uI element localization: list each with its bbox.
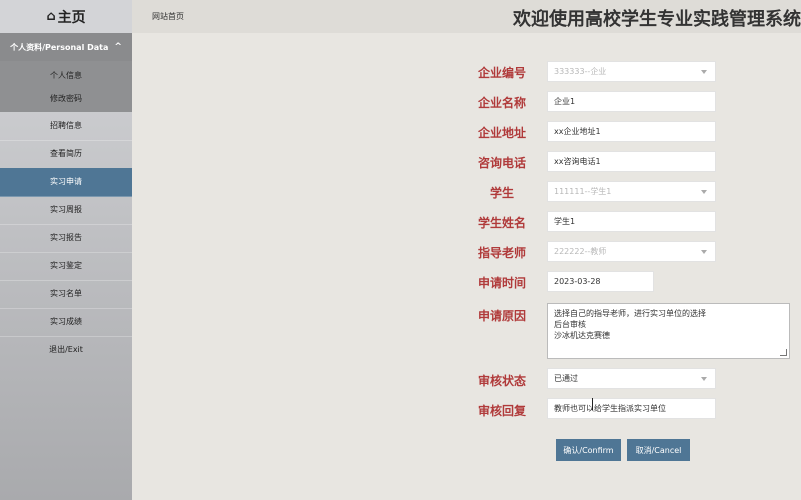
company-address-input[interactable]: xx企业地址1 — [547, 121, 716, 142]
page-title: 欢迎使用高校学生专业实践管理系统 — [513, 9, 801, 30]
apply-date-input[interactable]: 2023-03-28 — [547, 271, 654, 292]
submenu: 个人信息 修改密码 — [0, 61, 132, 112]
resize-handle[interactable] — [780, 349, 787, 356]
teacher-select[interactable]: 222222--教师 — [547, 241, 716, 262]
sidebar-item-internship-application[interactable]: 实习申请 — [0, 168, 132, 197]
label-company-no: 企业编号 — [477, 66, 526, 80]
phone-input[interactable]: xx咨询电话1 — [547, 151, 716, 172]
group-label: 个人资料/Personal Data — [10, 42, 109, 52]
label-phone: 咨询电话 — [477, 156, 526, 170]
label-status: 审核状态 — [477, 374, 526, 388]
reply-input[interactable]: 教师也可以给学生指派实习单位 — [547, 398, 716, 419]
sidebar-item-grades[interactable]: 实习成绩 — [0, 308, 132, 337]
status-select[interactable]: 已通过 — [547, 368, 716, 389]
label-company-address: 企业地址 — [477, 126, 526, 140]
submenu-item-change-password[interactable]: 修改密码 — [0, 93, 132, 104]
student-value: 111111--学生1 — [554, 187, 612, 196]
reason-line-2: 后台审核 — [554, 320, 586, 329]
sidebar-item-exit[interactable]: 退出/Exit — [0, 336, 132, 364]
label-apply-date: 申请时间 — [477, 276, 526, 290]
reason-line-1: 选择自己的指导老师，进行实习单位的选择 — [554, 309, 706, 318]
menu-group-personal-data[interactable]: 个人资料/Personal Data ^ — [0, 33, 132, 61]
confirm-button[interactable]: 确认/Confirm — [556, 439, 621, 461]
home-label: 主页 — [57, 9, 86, 26]
chevron-up-icon: ^ — [114, 42, 122, 52]
breadcrumb[interactable]: 网站首页 — [152, 11, 184, 22]
company-name-input[interactable]: 企业1 — [547, 91, 716, 112]
chevron-down-icon — [701, 190, 707, 194]
cancel-button[interactable]: 取消/Cancel — [627, 439, 690, 461]
student-select[interactable]: 111111--学生1 — [547, 181, 716, 202]
teacher-value: 222222--教师 — [554, 247, 607, 256]
sidebar: ⌂ 主页 个人资料/Personal Data ^ 个人信息 修改密码 招聘信息… — [0, 0, 132, 500]
home-icon: ⌂ — [46, 9, 56, 24]
company-no-select[interactable]: 333333--企业 — [547, 61, 716, 82]
label-reply: 审核回复 — [477, 404, 526, 418]
label-reason: 申请原因 — [477, 309, 526, 323]
chevron-down-icon — [701, 377, 707, 381]
home-link[interactable]: ⌂ 主页 — [0, 0, 132, 33]
label-teacher: 指导老师 — [477, 246, 526, 260]
sidebar-item-roster[interactable]: 实习名单 — [0, 280, 132, 309]
sidebar-item-recruitment[interactable]: 招聘信息 — [0, 112, 132, 141]
sidebar-item-internship-report[interactable]: 实习报告 — [0, 224, 132, 253]
company-no-value: 333333--企业 — [554, 67, 607, 76]
text-cursor-icon — [592, 398, 593, 410]
student-name-input[interactable]: 学生1 — [547, 211, 716, 232]
sidebar-item-resumes[interactable]: 查看简历 — [0, 140, 132, 169]
top-bar: 网站首页 欢迎使用高校学生专业实践管理系统 — [132, 0, 801, 33]
chevron-down-icon — [701, 250, 707, 254]
sidebar-item-appraisal[interactable]: 实习鉴定 — [0, 252, 132, 281]
label-company-name: 企业名称 — [477, 96, 526, 110]
label-student-name: 学生姓名 — [477, 216, 526, 230]
submenu-item-profile[interactable]: 个人信息 — [0, 70, 132, 81]
status-value: 已通过 — [554, 374, 578, 383]
reason-line-3: 沙冰机达克赛德 — [554, 331, 610, 340]
label-student: 学生 — [489, 186, 514, 200]
sidebar-item-weekly-report[interactable]: 实习周报 — [0, 196, 132, 225]
reason-textarea[interactable]: 选择自己的指导老师，进行实习单位的选择 后台审核 沙冰机达克赛德 — [547, 303, 790, 359]
chevron-down-icon — [701, 70, 707, 74]
